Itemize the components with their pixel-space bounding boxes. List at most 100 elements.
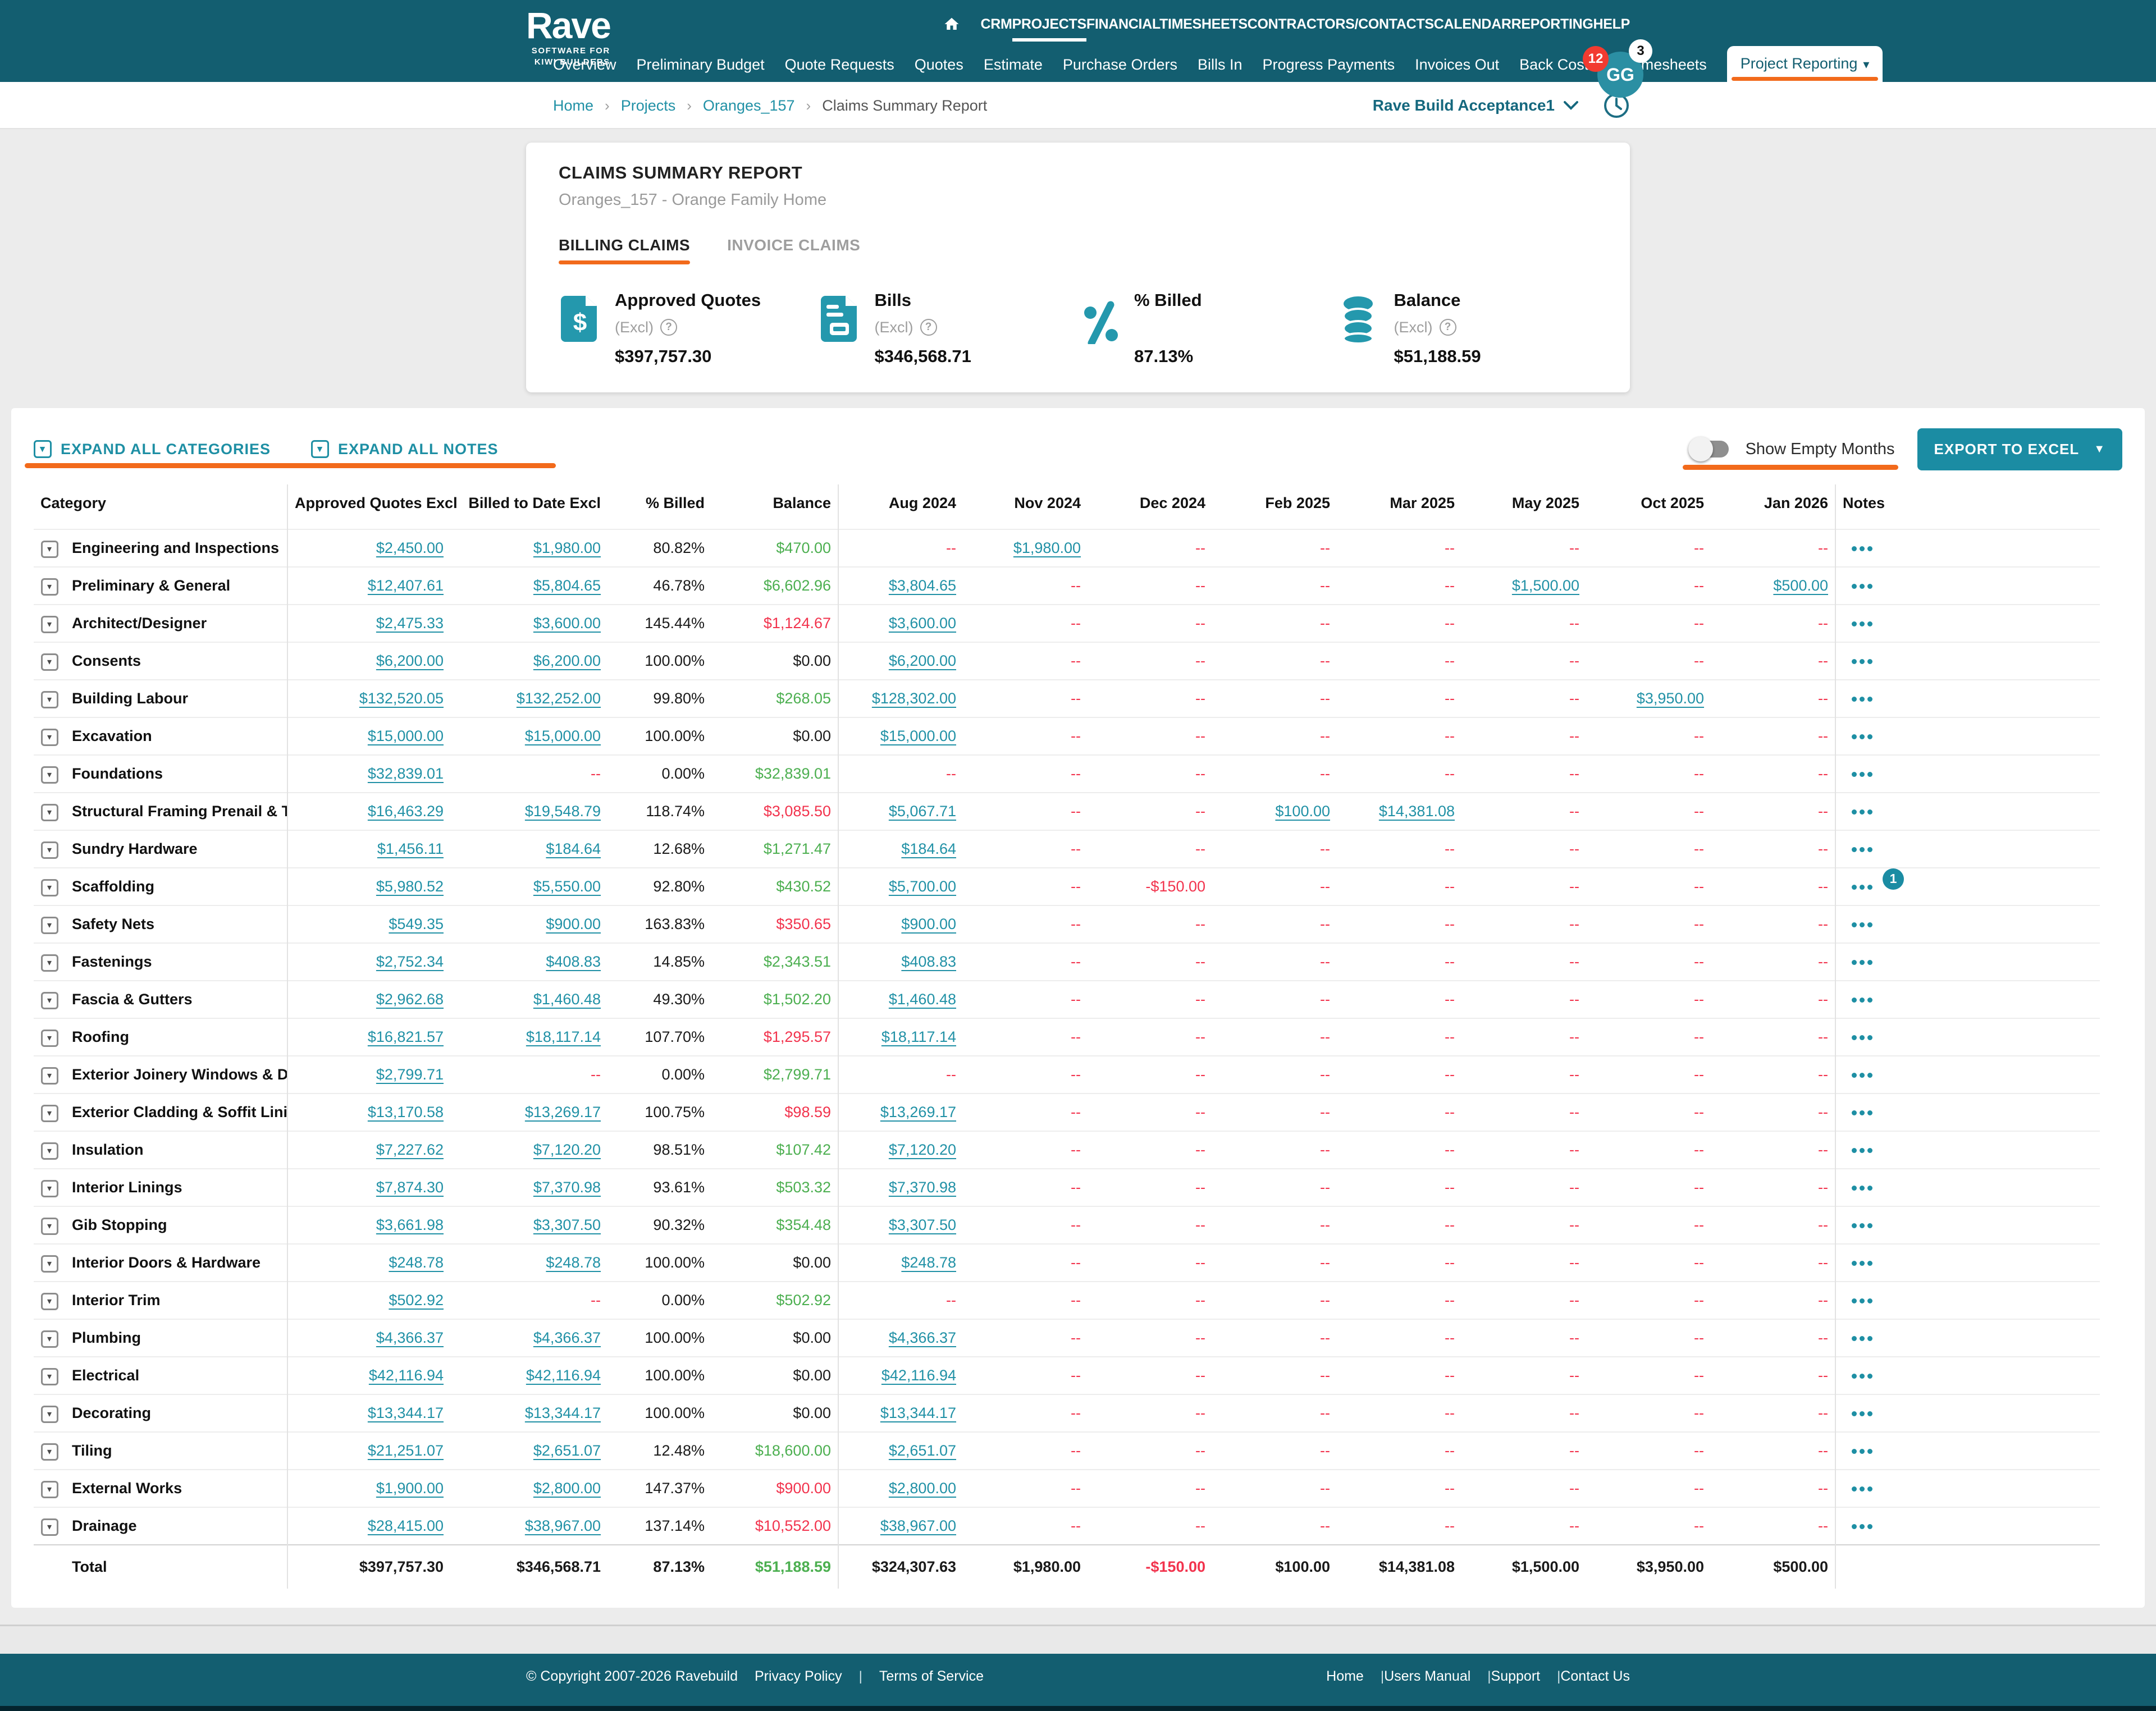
amount-link[interactable]: $408.83 <box>901 953 956 970</box>
row-menu-icon[interactable] <box>1852 584 1872 589</box>
amount-link[interactable]: $32,839.01 <box>368 765 444 782</box>
row-menu-icon[interactable] <box>1852 922 1872 927</box>
expand-row-icon[interactable]: ▾ <box>41 1481 58 1498</box>
amount-link[interactable]: $7,370.98 <box>889 1179 956 1196</box>
row-menu-icon[interactable] <box>1852 546 1872 551</box>
project-tab[interactable]: Estimate <box>984 47 1043 82</box>
amount-link[interactable]: $38,967.00 <box>880 1517 956 1534</box>
amount-link[interactable]: $3,600.00 <box>889 615 956 632</box>
amount-link[interactable]: $42,116.94 <box>526 1367 601 1384</box>
row-menu-icon[interactable] <box>1852 659 1872 664</box>
expand-row-icon[interactable]: ▾ <box>41 1330 58 1348</box>
amount-link[interactable]: $2,651.07 <box>889 1442 956 1459</box>
notification-badge-white[interactable]: 3 <box>1629 39 1652 63</box>
amount-link[interactable]: $16,821.57 <box>368 1028 444 1045</box>
amount-link[interactable]: $6,200.00 <box>376 652 444 669</box>
amount-link[interactable]: $128,302.00 <box>872 690 956 707</box>
amount-link[interactable]: $1,456.11 <box>377 840 444 857</box>
amount-link[interactable]: $21,251.07 <box>368 1442 444 1459</box>
amount-link[interactable]: $13,344.17 <box>368 1405 444 1421</box>
build-selector[interactable]: Rave Build Acceptance1 <box>1373 97 1578 115</box>
expand-row-icon[interactable]: ▾ <box>41 1406 58 1423</box>
breadcrumb-link[interactable]: Home <box>553 97 593 114</box>
row-menu-icon[interactable] <box>1852 1148 1872 1153</box>
row-menu-icon[interactable] <box>1852 1524 1872 1529</box>
expand-row-icon[interactable]: ▾ <box>41 1067 58 1085</box>
amount-link[interactable]: $42,116.94 <box>881 1367 956 1384</box>
amount-link[interactable]: $7,370.98 <box>533 1179 601 1196</box>
expand-row-icon[interactable]: ▾ <box>41 992 58 1009</box>
info-icon[interactable]: ? <box>1440 319 1456 336</box>
amount-link[interactable]: $900.00 <box>546 916 601 932</box>
footer-link-privacy[interactable]: Privacy Policy <box>755 1668 842 1685</box>
row-menu-icon[interactable] <box>1852 847 1872 852</box>
expand-row-icon[interactable]: ▾ <box>41 541 58 558</box>
row-menu-icon[interactable] <box>1852 734 1872 739</box>
amount-link[interactable]: $2,800.00 <box>533 1480 601 1497</box>
show-empty-months-toggle[interactable]: Show Empty Months <box>1691 440 1895 459</box>
amount-link[interactable]: $5,067.71 <box>889 803 956 820</box>
amount-link[interactable]: $132,252.00 <box>517 690 601 707</box>
expand-row-icon[interactable]: ▾ <box>41 1443 58 1461</box>
expand-all-categories-button[interactable]: ▾ EXPAND ALL CATEGORIES <box>34 440 271 458</box>
amount-link[interactable]: $6,200.00 <box>533 652 601 669</box>
row-menu-icon[interactable] <box>1852 1336 1872 1341</box>
project-tab[interactable]: Quote Requests <box>785 47 894 82</box>
amount-link[interactable]: $15,000.00 <box>525 728 601 744</box>
amount-link[interactable]: $2,752.34 <box>376 953 444 970</box>
expand-row-icon[interactable]: ▾ <box>41 766 58 784</box>
amount-link[interactable]: $18,117.14 <box>526 1028 601 1045</box>
amount-link[interactable]: $408.83 <box>546 953 601 970</box>
amount-link[interactable]: $2,800.00 <box>889 1480 956 1497</box>
top-nav-item[interactable]: TIMESHEETS <box>1159 16 1248 32</box>
amount-link[interactable]: $900.00 <box>901 916 956 932</box>
amount-link[interactable]: $5,980.52 <box>376 878 444 895</box>
toggle-track[interactable] <box>1691 441 1729 458</box>
top-nav-item[interactable]: CRM <box>980 16 1012 32</box>
row-menu-icon[interactable] <box>1852 885 1872 890</box>
expand-row-icon[interactable]: ▾ <box>41 804 58 821</box>
expand-row-icon[interactable]: ▾ <box>41 841 58 859</box>
top-nav-item[interactable]: CONTRACTORS/CONTACTS <box>1248 16 1434 32</box>
amount-link[interactable]: $7,227.62 <box>376 1141 444 1158</box>
footer-link[interactable]: Home <box>1326 1668 1364 1684</box>
amount-link[interactable]: $3,307.50 <box>533 1216 601 1233</box>
amount-link[interactable]: $13,170.58 <box>368 1104 444 1120</box>
amount-link[interactable]: $3,600.00 <box>533 615 601 632</box>
project-tab[interactable]: Quotes <box>915 47 963 82</box>
expand-row-icon[interactable]: ▾ <box>41 1030 58 1047</box>
row-menu-icon[interactable] <box>1852 960 1872 965</box>
amount-link[interactable]: $13,344.17 <box>880 1405 956 1421</box>
amount-link[interactable]: $14,381.08 <box>1379 803 1455 820</box>
expand-row-icon[interactable]: ▾ <box>41 1105 58 1122</box>
amount-link[interactable]: $3,950.00 <box>1637 690 1704 707</box>
project-tab[interactable]: Purchase Orders <box>1063 47 1177 82</box>
home-icon[interactable] <box>943 16 960 33</box>
amount-link[interactable]: $549.35 <box>389 916 444 932</box>
amount-link[interactable]: $1,500.00 <box>1512 577 1579 594</box>
top-nav-item[interactable]: PROJECTS <box>1012 16 1086 32</box>
amount-link[interactable]: $2,799.71 <box>376 1066 444 1083</box>
top-nav-item[interactable]: HELP <box>1593 16 1630 32</box>
amount-link[interactable]: $3,804.65 <box>889 577 956 594</box>
tab-billing-claims[interactable]: BILLING CLAIMS <box>559 236 690 264</box>
project-tab[interactable]: Invoices Out <box>1415 47 1499 82</box>
amount-link[interactable]: $7,120.20 <box>889 1141 956 1158</box>
toggle-knob[interactable] <box>1688 437 1713 461</box>
info-icon[interactable]: ? <box>920 319 937 336</box>
amount-link[interactable]: $7,120.20 <box>533 1141 601 1158</box>
top-nav-item[interactable]: REPORTING <box>1511 16 1593 32</box>
expand-row-icon[interactable]: ▾ <box>41 729 58 746</box>
amount-link[interactable]: $2,450.00 <box>376 539 444 556</box>
row-menu-icon[interactable] <box>1852 772 1872 777</box>
amount-link[interactable]: $2,651.07 <box>533 1442 601 1459</box>
amount-link[interactable]: $5,700.00 <box>889 878 956 895</box>
row-menu-icon[interactable] <box>1852 1411 1872 1416</box>
top-nav-item[interactable]: FINANCIAL <box>1086 16 1159 32</box>
amount-link[interactable]: $15,000.00 <box>368 728 444 744</box>
amount-link[interactable]: $13,344.17 <box>525 1405 601 1421</box>
row-menu-icon[interactable] <box>1852 621 1872 626</box>
amount-link[interactable]: $248.78 <box>546 1254 601 1271</box>
row-menu-icon[interactable] <box>1852 1486 1872 1492</box>
expand-row-icon[interactable]: ▾ <box>41 1293 58 1310</box>
